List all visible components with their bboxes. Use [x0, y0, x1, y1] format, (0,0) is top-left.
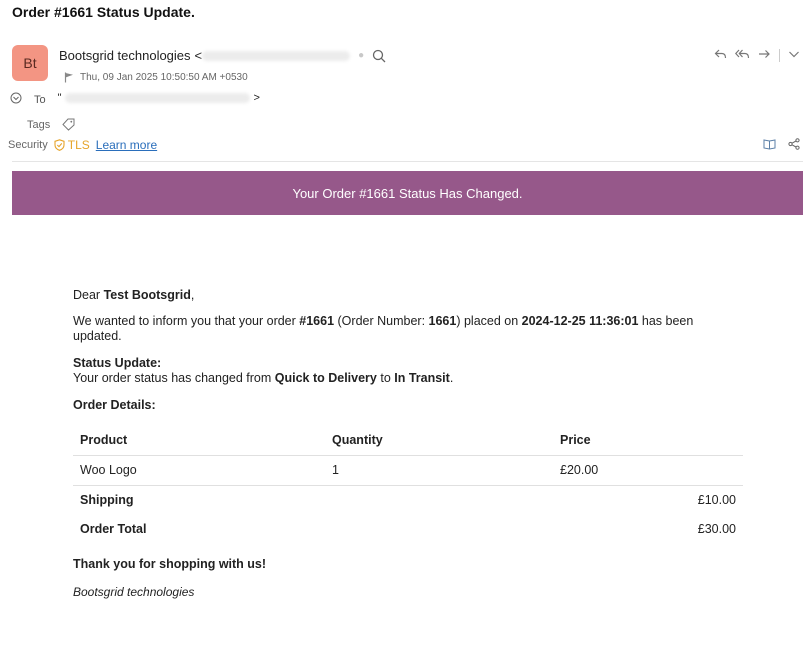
customer-name: Test Bootsgrid: [103, 288, 191, 302]
reply-icon[interactable]: [714, 48, 727, 63]
thanks-line: Thank you for shopping with us!: [73, 557, 267, 571]
tags-label: Tags: [27, 118, 51, 131]
total-label: Order Total: [80, 521, 147, 536]
to-value-suffix: >: [253, 92, 260, 104]
to-value-redacted: [64, 93, 250, 103]
order-ref: #1661: [299, 314, 335, 328]
order-table: Product Quantity Price Woo Logo 1 £20.00…: [73, 425, 743, 543]
status-from: Quick to Delivery: [274, 371, 377, 385]
sender-email-prefix: <: [194, 48, 203, 63]
table-header-row: Product Quantity Price: [73, 425, 743, 455]
col-product: Product: [80, 432, 128, 447]
date-row: Thu, 09 Jan 2025 10:50:50 AM +0530: [64, 72, 248, 83]
tag-icon[interactable]: [62, 118, 75, 131]
total-row: Order Total £30.00: [73, 514, 743, 543]
status-heading: Status Update:: [73, 356, 162, 370]
security-row: Security TLS Learn more: [8, 138, 157, 152]
share-icon[interactable]: [788, 138, 800, 153]
to-value-prefix: ": [57, 92, 62, 104]
greeting: Dear Test Bootsgrid,: [73, 288, 195, 302]
shipping-row: Shipping £10.00: [73, 485, 743, 514]
chevron-circle-icon[interactable]: [10, 92, 22, 104]
shield-check-icon: [54, 139, 65, 151]
order-number: 1661: [428, 314, 457, 328]
cell-quantity: 1: [332, 463, 339, 477]
learn-more-link[interactable]: Learn more: [96, 138, 157, 152]
flag-icon[interactable]: [64, 72, 74, 83]
separator-dot: ●: [358, 50, 365, 61]
header-divider: [12, 161, 803, 162]
tls-badge[interactable]: TLS: [54, 138, 90, 152]
tags-row: Tags: [27, 118, 75, 131]
order-date: 2024-12-25 11:36:01: [521, 314, 639, 328]
intro-paragraph: We wanted to inform you that your order …: [73, 314, 694, 343]
sender-name[interactable]: Bootsgrid technologies: [59, 48, 191, 63]
col-price: Price: [560, 432, 591, 447]
avatar[interactable]: Bt: [12, 45, 48, 81]
message-actions: [714, 48, 800, 63]
total-value: £30.00: [697, 521, 736, 536]
details-heading: Order Details:: [73, 398, 156, 412]
col-quantity: Quantity: [332, 432, 383, 447]
search-sender-icon[interactable]: [372, 49, 386, 63]
email-subject: Order #1661 Status Update.: [12, 4, 195, 20]
sender-line: Bootsgrid technologies < ●: [59, 48, 386, 63]
security-label: Security: [8, 139, 48, 151]
cell-price: £20.00: [560, 463, 599, 477]
status-to: In Transit: [394, 371, 450, 385]
status-paragraph: Your order status has changed from Quick…: [73, 371, 454, 385]
email-date: Thu, 09 Jan 2025 10:50:50 AM +0530: [80, 72, 248, 83]
secondary-actions: [763, 138, 800, 153]
email-body: Dear Test Bootsgrid, We wanted to inform…: [73, 288, 743, 600]
shipping-value: £10.00: [697, 492, 736, 507]
tls-label: TLS: [67, 138, 90, 152]
forward-icon[interactable]: [758, 48, 771, 63]
to-label: To: [34, 94, 46, 106]
status-banner: Your Order #1661 Status Has Changed.: [12, 171, 803, 215]
reply-all-icon[interactable]: [734, 48, 750, 63]
sender-email-redacted: [202, 50, 351, 61]
signature: Bootsgrid technologies: [73, 585, 195, 599]
cell-product: Woo Logo: [80, 463, 137, 477]
actions-divider: [779, 49, 780, 62]
reader-view-icon[interactable]: [763, 138, 776, 153]
chevron-down-icon[interactable]: [788, 48, 800, 63]
shipping-label: Shipping: [80, 492, 134, 507]
to-row: To " >: [10, 92, 260, 106]
table-row: Woo Logo 1 £20.00: [73, 455, 743, 485]
